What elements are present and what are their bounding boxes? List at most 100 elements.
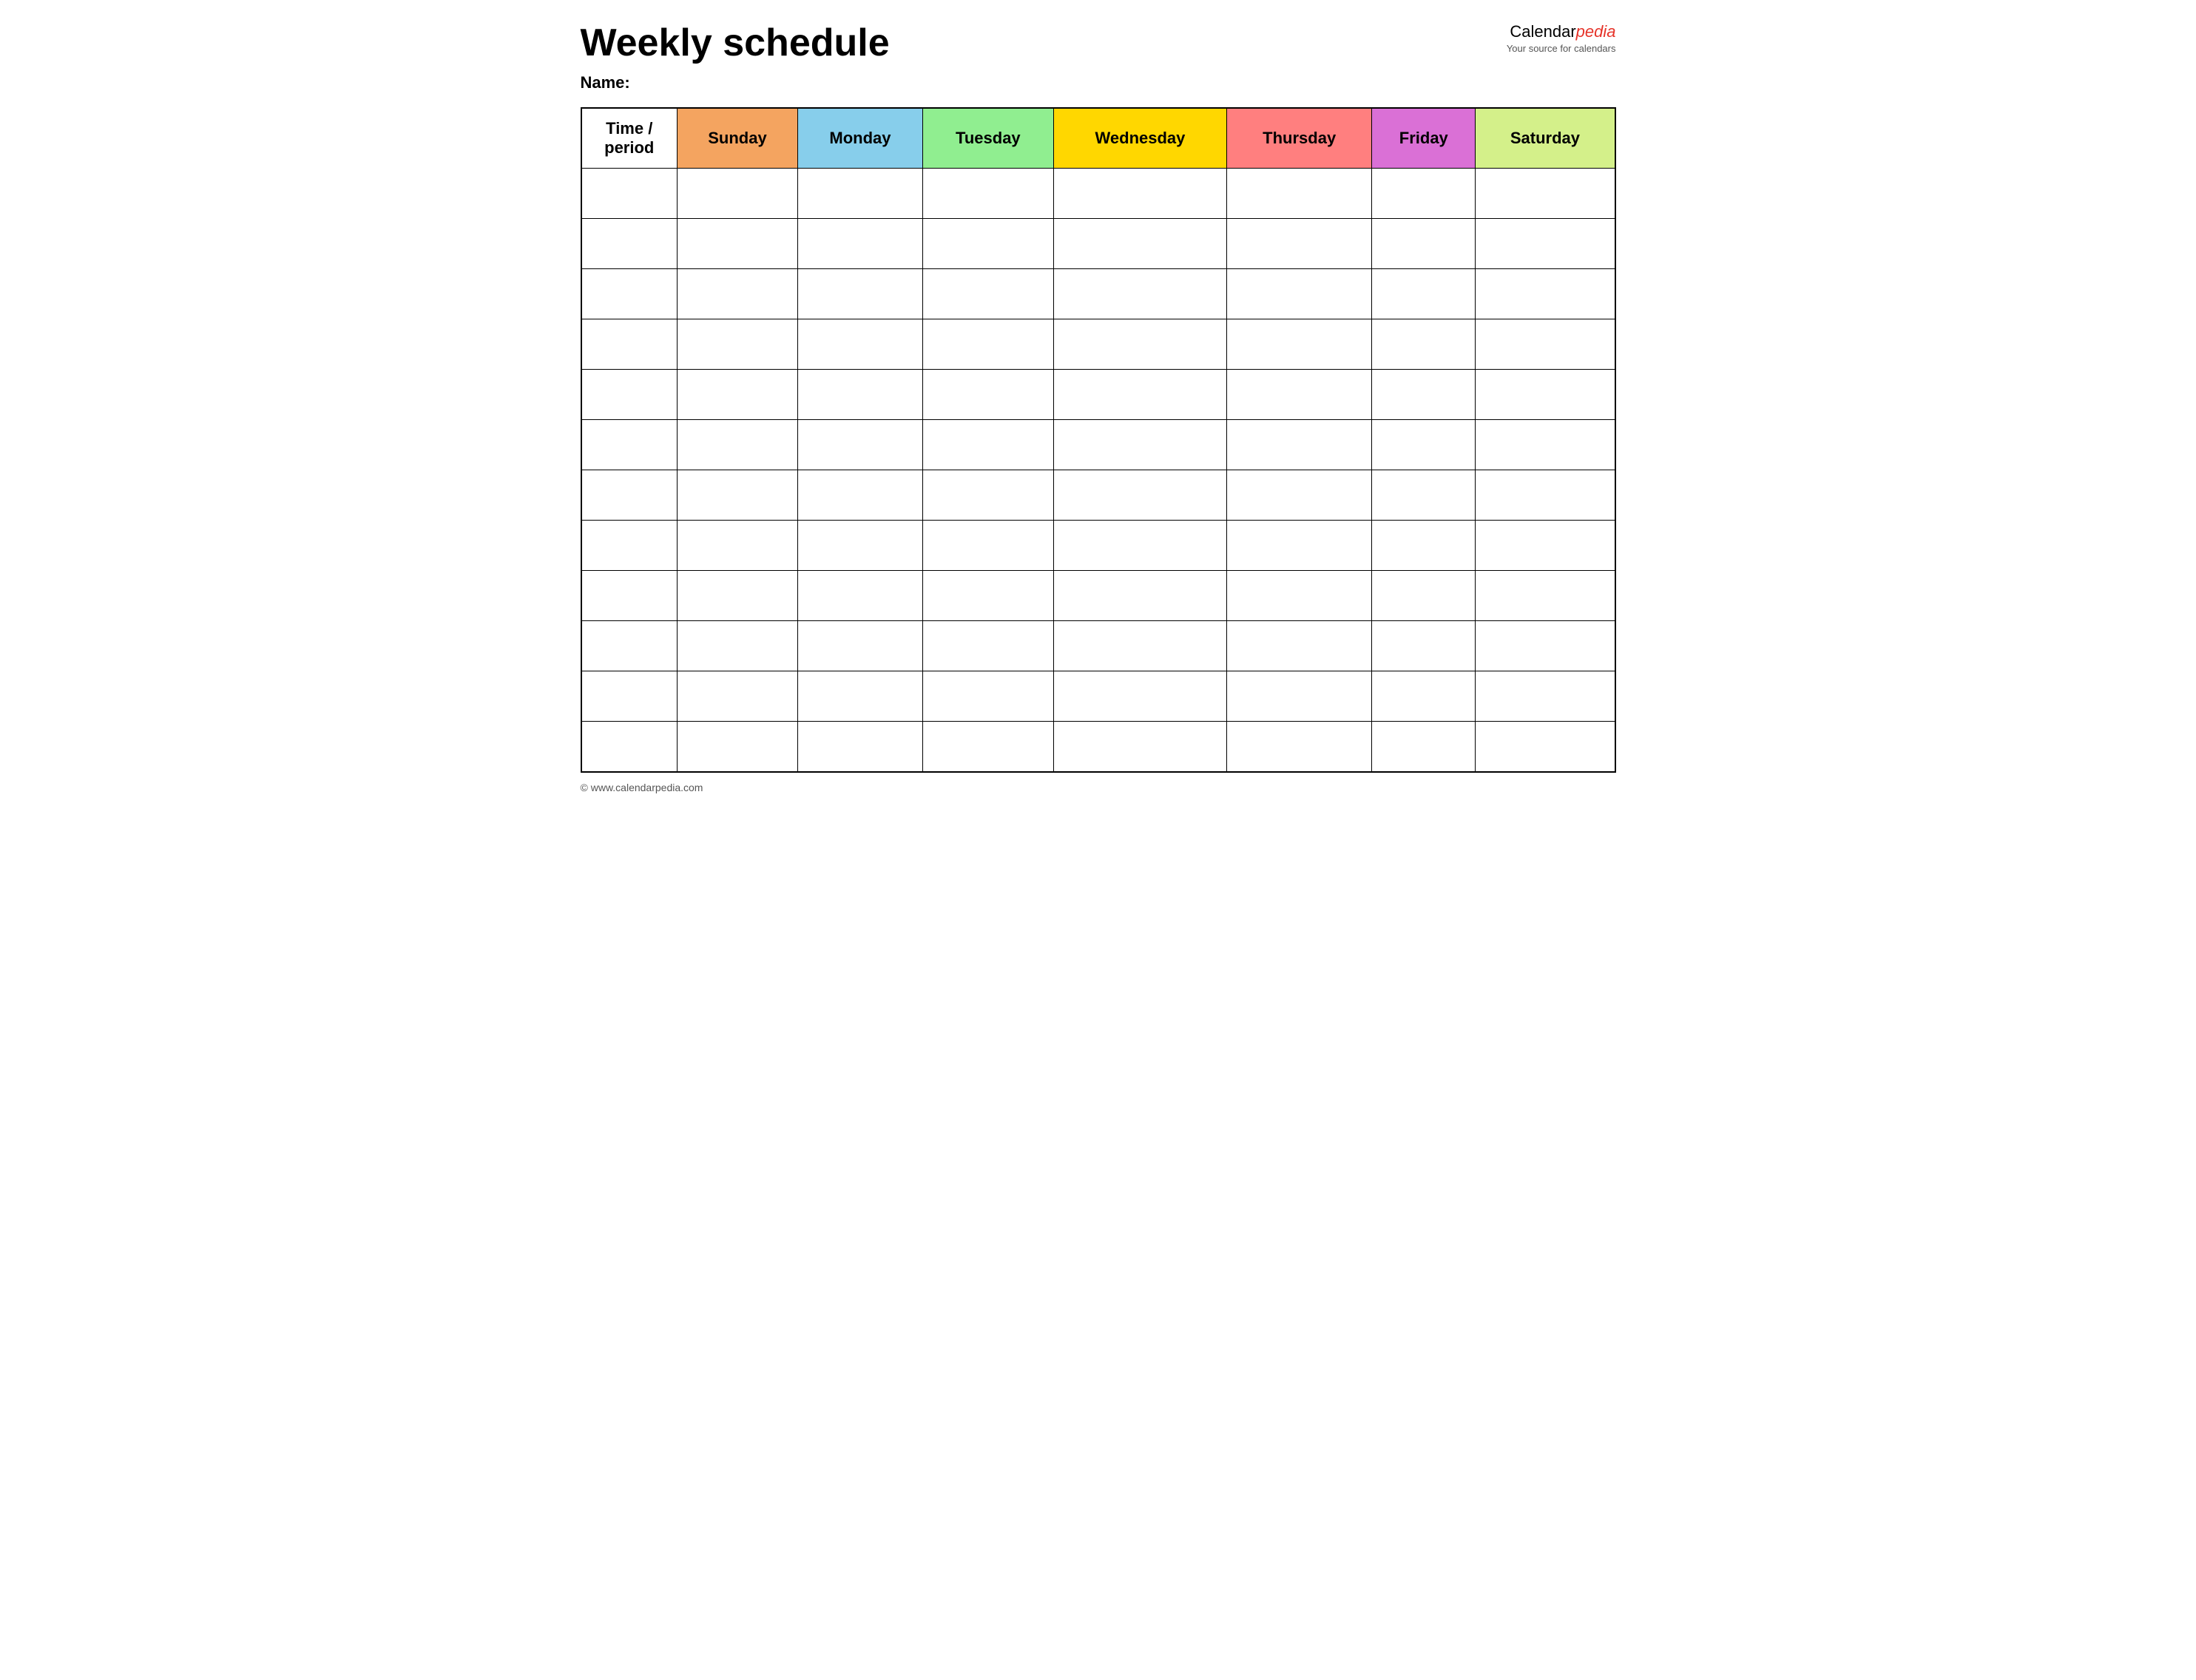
table-cell[interactable]: [1053, 671, 1227, 722]
table-cell[interactable]: [797, 420, 922, 470]
table-cell[interactable]: [1372, 370, 1476, 420]
table-cell[interactable]: [1227, 420, 1372, 470]
table-cell[interactable]: [797, 269, 922, 319]
table-cell[interactable]: [678, 621, 798, 671]
table-cell[interactable]: [581, 470, 678, 521]
table-cell[interactable]: [1372, 521, 1476, 571]
table-cell[interactable]: [678, 269, 798, 319]
table-cell[interactable]: [1227, 621, 1372, 671]
table-cell[interactable]: [1476, 319, 1615, 370]
table-cell[interactable]: [678, 169, 798, 219]
table-cell[interactable]: [923, 269, 1054, 319]
table-cell[interactable]: [797, 722, 922, 772]
table-cell[interactable]: [1372, 671, 1476, 722]
table-cell[interactable]: [1227, 470, 1372, 521]
table-cell[interactable]: [923, 219, 1054, 269]
table-cell[interactable]: [797, 319, 922, 370]
table-cell[interactable]: [923, 470, 1054, 521]
table-cell[interactable]: [1053, 521, 1227, 571]
table-cell[interactable]: [581, 521, 678, 571]
table-cell[interactable]: [581, 370, 678, 420]
table-cell[interactable]: [797, 571, 922, 621]
table-cell[interactable]: [1372, 470, 1476, 521]
table-cell[interactable]: [678, 420, 798, 470]
table-cell[interactable]: [1372, 420, 1476, 470]
table-cell[interactable]: [678, 219, 798, 269]
table-cell[interactable]: [1476, 470, 1615, 521]
table-cell[interactable]: [1372, 269, 1476, 319]
table-cell[interactable]: [678, 571, 798, 621]
table-cell[interactable]: [1053, 319, 1227, 370]
table-cell[interactable]: [797, 219, 922, 269]
table-cell[interactable]: [1053, 571, 1227, 621]
table-cell[interactable]: [1476, 571, 1615, 621]
table-cell[interactable]: [678, 671, 798, 722]
table-cell[interactable]: [1476, 219, 1615, 269]
table-cell[interactable]: [581, 269, 678, 319]
table-cell[interactable]: [1053, 169, 1227, 219]
table-cell[interactable]: [1227, 269, 1372, 319]
table-cell[interactable]: [797, 521, 922, 571]
table-cell[interactable]: [923, 521, 1054, 571]
table-cell[interactable]: [581, 420, 678, 470]
table-cell[interactable]: [1227, 319, 1372, 370]
col-header-saturday: Saturday: [1476, 108, 1615, 169]
table-cell[interactable]: [1227, 219, 1372, 269]
table-cell[interactable]: [1053, 370, 1227, 420]
table-cell[interactable]: [581, 219, 678, 269]
table-cell[interactable]: [1053, 722, 1227, 772]
table-cell[interactable]: [581, 621, 678, 671]
table-cell[interactable]: [923, 370, 1054, 420]
table-cell[interactable]: [1476, 521, 1615, 571]
table-cell[interactable]: [797, 370, 922, 420]
table-cell[interactable]: [581, 671, 678, 722]
table-cell[interactable]: [678, 370, 798, 420]
table-cell[interactable]: [678, 470, 798, 521]
table-cell[interactable]: [1227, 722, 1372, 772]
table-cell[interactable]: [923, 621, 1054, 671]
table-cell[interactable]: [1372, 722, 1476, 772]
table-cell[interactable]: [923, 722, 1054, 772]
table-cell[interactable]: [923, 169, 1054, 219]
table-cell[interactable]: [1053, 269, 1227, 319]
table-cell[interactable]: [1053, 420, 1227, 470]
table-cell[interactable]: [678, 319, 798, 370]
table-row: [581, 470, 1615, 521]
table-cell[interactable]: [678, 521, 798, 571]
table-cell[interactable]: [1372, 319, 1476, 370]
table-cell[interactable]: [1476, 420, 1615, 470]
table-cell[interactable]: [1476, 269, 1615, 319]
table-cell[interactable]: [797, 671, 922, 722]
table-cell[interactable]: [1227, 671, 1372, 722]
table-cell[interactable]: [1372, 169, 1476, 219]
table-cell[interactable]: [923, 671, 1054, 722]
table-cell[interactable]: [797, 470, 922, 521]
table-cell[interactable]: [1227, 571, 1372, 621]
table-cell[interactable]: [678, 722, 798, 772]
table-cell[interactable]: [581, 169, 678, 219]
table-cell[interactable]: [1372, 621, 1476, 671]
table-cell[interactable]: [1476, 370, 1615, 420]
table-cell[interactable]: [1227, 370, 1372, 420]
table-cell[interactable]: [1053, 621, 1227, 671]
table-cell[interactable]: [581, 319, 678, 370]
table-cell[interactable]: [923, 420, 1054, 470]
table-cell[interactable]: [581, 571, 678, 621]
table-cell[interactable]: [1372, 219, 1476, 269]
table-cell[interactable]: [581, 722, 678, 772]
table-cell[interactable]: [1476, 169, 1615, 219]
table-cell[interactable]: [1476, 722, 1615, 772]
table-cell[interactable]: [1053, 219, 1227, 269]
table-cell[interactable]: [923, 571, 1054, 621]
table-cell[interactable]: [1476, 671, 1615, 722]
name-label: Name:: [581, 73, 1507, 92]
table-cell[interactable]: [1053, 470, 1227, 521]
table-row: [581, 319, 1615, 370]
table-cell[interactable]: [797, 169, 922, 219]
table-cell[interactable]: [1227, 521, 1372, 571]
table-cell[interactable]: [1372, 571, 1476, 621]
table-cell[interactable]: [923, 319, 1054, 370]
table-cell[interactable]: [1227, 169, 1372, 219]
table-cell[interactable]: [797, 621, 922, 671]
table-cell[interactable]: [1476, 621, 1615, 671]
